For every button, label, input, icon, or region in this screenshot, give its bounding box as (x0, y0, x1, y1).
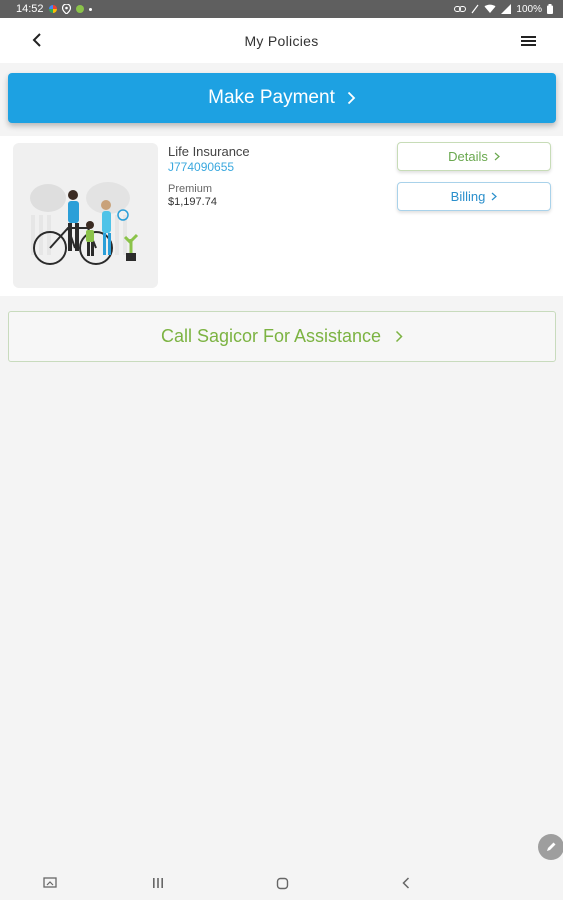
location-icon (61, 4, 71, 14)
system-nav-bar (0, 865, 563, 900)
policy-number-link[interactable]: J774090655 (168, 160, 234, 174)
nav-home-icon[interactable] (272, 873, 292, 893)
status-bar: 14:52 100% (0, 0, 563, 18)
nav-back-icon[interactable] (396, 873, 416, 893)
call-assistance-button[interactable]: Call Sagicor For Assistance (8, 311, 556, 362)
billing-button[interactable]: Billing (397, 182, 551, 211)
call-assistance-label: Call Sagicor For Assistance (160, 326, 382, 346)
nav-screenshot-icon[interactable] (40, 873, 60, 893)
app-notification-icon (75, 5, 84, 13)
policy-type: Life Insurance (168, 144, 250, 159)
status-time: 14:52 (16, 3, 44, 15)
policy-card: Life Insurance J774090655 Premium $1,197… (0, 136, 563, 296)
hamburger-menu-icon[interactable] (517, 30, 539, 52)
nav-recents-icon[interactable] (148, 873, 168, 893)
link-icon (454, 6, 467, 12)
billing-label: Billing (450, 189, 486, 204)
details-label: Details (448, 149, 488, 164)
battery-icon (547, 4, 553, 14)
more-notifications-icon (88, 7, 92, 11)
battery-percent: 100% (516, 3, 542, 15)
family-illustration (13, 143, 158, 288)
notification-icon (48, 5, 57, 13)
chevron-right-icon (494, 152, 500, 161)
details-button[interactable]: Details (397, 142, 551, 171)
page-title: My Policies (244, 32, 319, 49)
back-arrow-icon[interactable] (26, 29, 48, 51)
wifi-icon (484, 4, 496, 13)
make-payment-button[interactable]: Make Payment (8, 73, 556, 123)
chevron-right-icon (396, 330, 403, 343)
edit-pencil-icon[interactable] (538, 834, 563, 860)
make-payment-label: Make Payment (208, 87, 335, 108)
app-bar: My Policies (0, 18, 563, 63)
chevron-right-icon (347, 91, 356, 105)
signal-icon (501, 4, 512, 14)
mute-icon (471, 4, 479, 14)
chevron-right-icon (491, 192, 498, 201)
premium-value: $1,197.74 (168, 196, 217, 208)
premium-label: Premium (168, 183, 213, 195)
